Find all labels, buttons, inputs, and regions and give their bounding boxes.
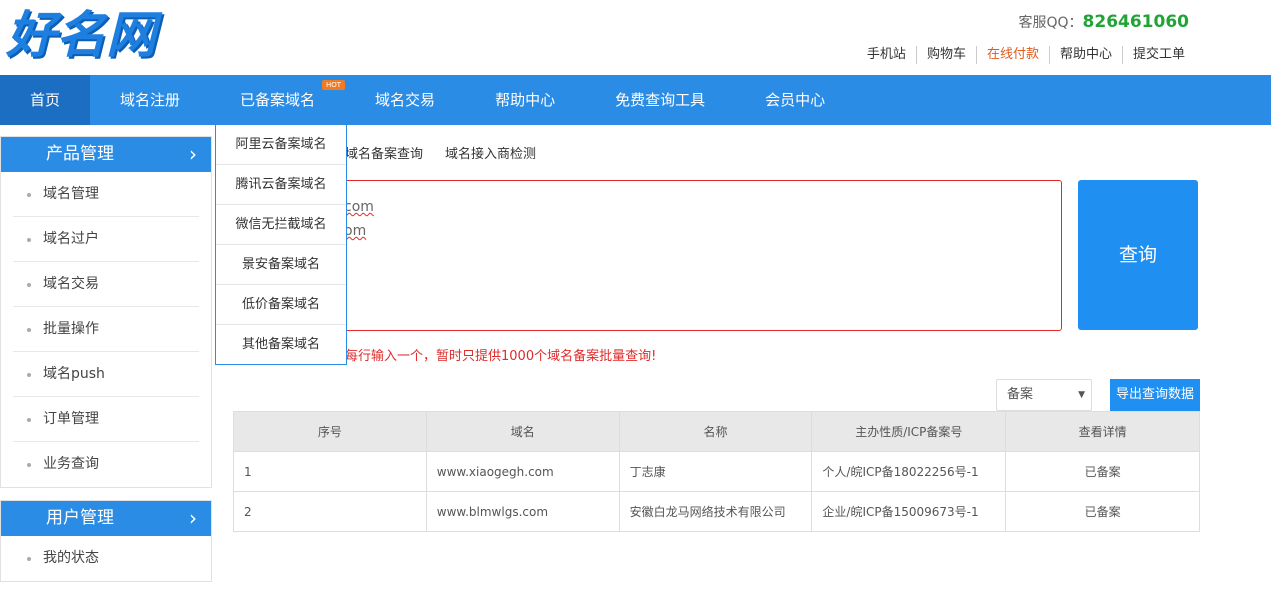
- cell-detail[interactable]: 已备案: [1005, 451, 1200, 492]
- domain-query-textarea[interactable]: com om: [233, 180, 1062, 331]
- toplink-ticket[interactable]: 提交工单: [1121, 46, 1195, 64]
- query-subtabs: 域名备案查询 域名接入商检测: [345, 143, 558, 162]
- query-line: om: [344, 223, 367, 239]
- cell-icp: 企业/皖ICP备15009673号-1: [811, 491, 1007, 532]
- chevron-right-icon: ›: [189, 506, 197, 530]
- sidebar-title-product[interactable]: 产品管理 ›: [1, 137, 211, 172]
- toplink-mobile[interactable]: 手机站: [857, 46, 916, 64]
- query-hint: 每行输入一个，暂时只提供1000个域名备案批量查询!: [345, 349, 657, 364]
- export-button[interactable]: 导出查询数据: [1110, 379, 1200, 411]
- nav-domain-register[interactable]: 域名注册: [90, 75, 210, 125]
- filter-select-value: 备案: [1007, 387, 1034, 402]
- filed-domains-dropdown: 阿里云备案域名 腾讯云备案域名 微信无拦截域名 景安备案域名 低价备案域名 其他…: [215, 125, 347, 365]
- nav-member-center[interactable]: 会员中心: [735, 75, 855, 125]
- nav-filed-domains[interactable]: 已备案域名 HOT: [210, 75, 346, 125]
- sidebar-item-domain-manage[interactable]: 域名管理: [13, 172, 199, 217]
- sidebar-title-user-label: 用户管理: [46, 508, 114, 528]
- table-header-row: 序号 域名 名称 主办性质/ICP备案号 查看详情: [233, 411, 1200, 452]
- main-nav: 首页 域名注册 已备案域名 HOT 域名交易 帮助中心 免费查询工具 会员中心: [0, 75, 1271, 125]
- top-links: 手机站 购物车 在线付款 帮助中心 提交工单: [857, 46, 1195, 64]
- sidebar-group-user: 用户管理 › 我的状态: [0, 500, 212, 582]
- site-logo[interactable]: 好名网: [6, 4, 186, 66]
- results-table: 序号 域名 名称 主办性质/ICP备案号 查看详情 1 www.xiaogegh…: [233, 411, 1200, 532]
- hotline-number: 826461060: [1082, 12, 1189, 32]
- customer-service-qq: 客服QQ：826461060: [1018, 12, 1189, 32]
- sidebar-item-batch-ops[interactable]: 批量操作: [13, 307, 199, 352]
- caret-down-icon: ▼: [1078, 390, 1085, 400]
- nav-help-center[interactable]: 帮助中心: [465, 75, 585, 125]
- logo-text: 好名网: [6, 6, 156, 64]
- query-line: com: [344, 199, 374, 215]
- cell-icp: 个人/皖ICP备18022256号-1: [811, 451, 1007, 492]
- hot-badge: HOT: [321, 80, 346, 90]
- subtab-filing-query[interactable]: 域名备案查询: [345, 143, 423, 162]
- cell-index: 2: [233, 491, 427, 532]
- cell-name: 安徽白龙马网络技术有限公司: [618, 491, 813, 532]
- sidebar-item-domain-transfer[interactable]: 域名过户: [13, 217, 199, 262]
- cell-domain: www.blmwlgs.com: [425, 491, 620, 532]
- chevron-right-icon: ›: [189, 142, 197, 166]
- sidebar-title-user[interactable]: 用户管理 ›: [1, 501, 211, 536]
- dropdown-item-lowprice[interactable]: 低价备案域名: [216, 285, 346, 325]
- col-icp: 主办性质/ICP备案号: [811, 411, 1007, 452]
- col-detail: 查看详情: [1005, 411, 1200, 452]
- dropdown-item-aliyun[interactable]: 阿里云备案域名: [216, 125, 346, 165]
- cell-name: 丁志康: [618, 451, 813, 492]
- dropdown-item-wechat[interactable]: 微信无拦截域名: [216, 205, 346, 245]
- dropdown-item-tencent[interactable]: 腾讯云备案域名: [216, 165, 346, 205]
- toplink-help[interactable]: 帮助中心: [1048, 46, 1122, 64]
- nav-domain-trade[interactable]: 域名交易: [345, 75, 465, 125]
- sidebar-group-product: 产品管理 › 域名管理 域名过户 域名交易 批量操作 域名push 订单管理 业…: [0, 136, 212, 488]
- dropdown-item-jingan[interactable]: 景安备案域名: [216, 245, 346, 285]
- table-row: 2 www.blmwlgs.com 安徽白龙马网络技术有限公司 企业/皖ICP备…: [233, 491, 1200, 532]
- filter-select[interactable]: 备案 ▼: [996, 379, 1092, 411]
- subtab-provider-check[interactable]: 域名接入商检测: [445, 143, 536, 162]
- sidebar-item-domain-trade[interactable]: 域名交易: [13, 262, 199, 307]
- nav-filed-domains-label: 已备案域名: [240, 91, 316, 109]
- sidebar-item-business-query[interactable]: 业务查询: [13, 442, 199, 487]
- col-index: 序号: [233, 411, 427, 452]
- hotline-label: 客服QQ：: [1018, 15, 1083, 31]
- nav-home[interactable]: 首页: [0, 75, 91, 125]
- nav-free-tools[interactable]: 免费查询工具: [585, 75, 735, 125]
- sidebar-item-my-status[interactable]: 我的状态: [13, 536, 199, 581]
- table-row: 1 www.xiaogegh.com 丁志康 个人/皖ICP备18022256号…: [233, 451, 1200, 492]
- cell-domain: www.xiaogegh.com: [425, 451, 620, 492]
- cell-detail[interactable]: 已备案: [1005, 491, 1200, 532]
- col-domain: 域名: [425, 411, 620, 452]
- query-button[interactable]: 查询: [1078, 180, 1198, 330]
- dropdown-item-other[interactable]: 其他备案域名: [216, 325, 346, 365]
- col-name: 名称: [618, 411, 813, 452]
- sidebar-item-domain-push[interactable]: 域名push: [13, 352, 199, 397]
- sidebar: 产品管理 › 域名管理 域名过户 域名交易 批量操作 域名push 订单管理 业…: [0, 136, 212, 594]
- cell-index: 1: [233, 451, 427, 492]
- toplink-online-pay[interactable]: 在线付款: [975, 46, 1049, 64]
- toplink-cart[interactable]: 购物车: [915, 46, 976, 64]
- sidebar-item-orders[interactable]: 订单管理: [13, 397, 199, 442]
- sidebar-title-product-label: 产品管理: [46, 144, 114, 164]
